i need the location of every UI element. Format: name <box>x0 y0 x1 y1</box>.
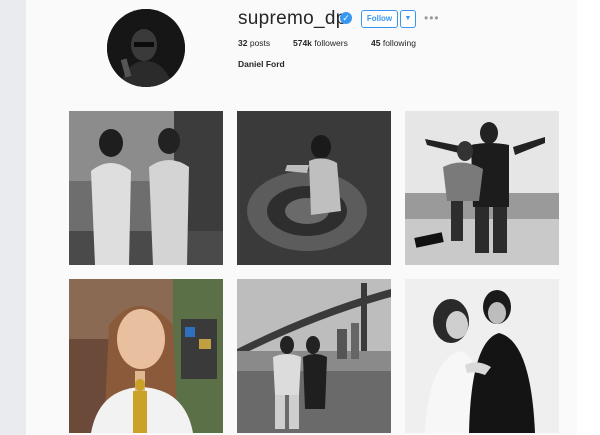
avatar[interactable] <box>107 9 185 87</box>
post-thumbnail[interactable] <box>405 279 559 433</box>
following-stat[interactable]: 45 following <box>371 38 416 48</box>
following-label: following <box>382 38 416 48</box>
verified-badge-icon: ✓ <box>340 12 352 24</box>
post-thumbnail[interactable] <box>237 279 391 433</box>
followers-count: 574k <box>293 38 312 48</box>
post-thumbnail[interactable] <box>69 111 223 265</box>
page-margin <box>577 0 600 435</box>
posts-stat: 32 posts <box>238 38 270 48</box>
followers-label: followers <box>314 38 348 48</box>
following-count: 45 <box>371 38 381 48</box>
more-horizontal-icon[interactable]: ••• <box>424 11 440 25</box>
followers-stat[interactable]: 574k followers <box>293 38 348 48</box>
full-name: Daniel Ford <box>238 59 285 69</box>
post-thumbnail[interactable] <box>405 111 559 265</box>
post-thumbnail[interactable] <box>69 279 223 433</box>
username: supremo_dp <box>238 8 347 29</box>
posts-count: 32 <box>238 38 248 48</box>
posts-label: posts <box>249 38 271 48</box>
post-thumbnail[interactable] <box>237 111 391 265</box>
follow-button[interactable]: Follow <box>361 10 398 28</box>
chevron-down-icon[interactable]: ▼ <box>400 10 416 28</box>
